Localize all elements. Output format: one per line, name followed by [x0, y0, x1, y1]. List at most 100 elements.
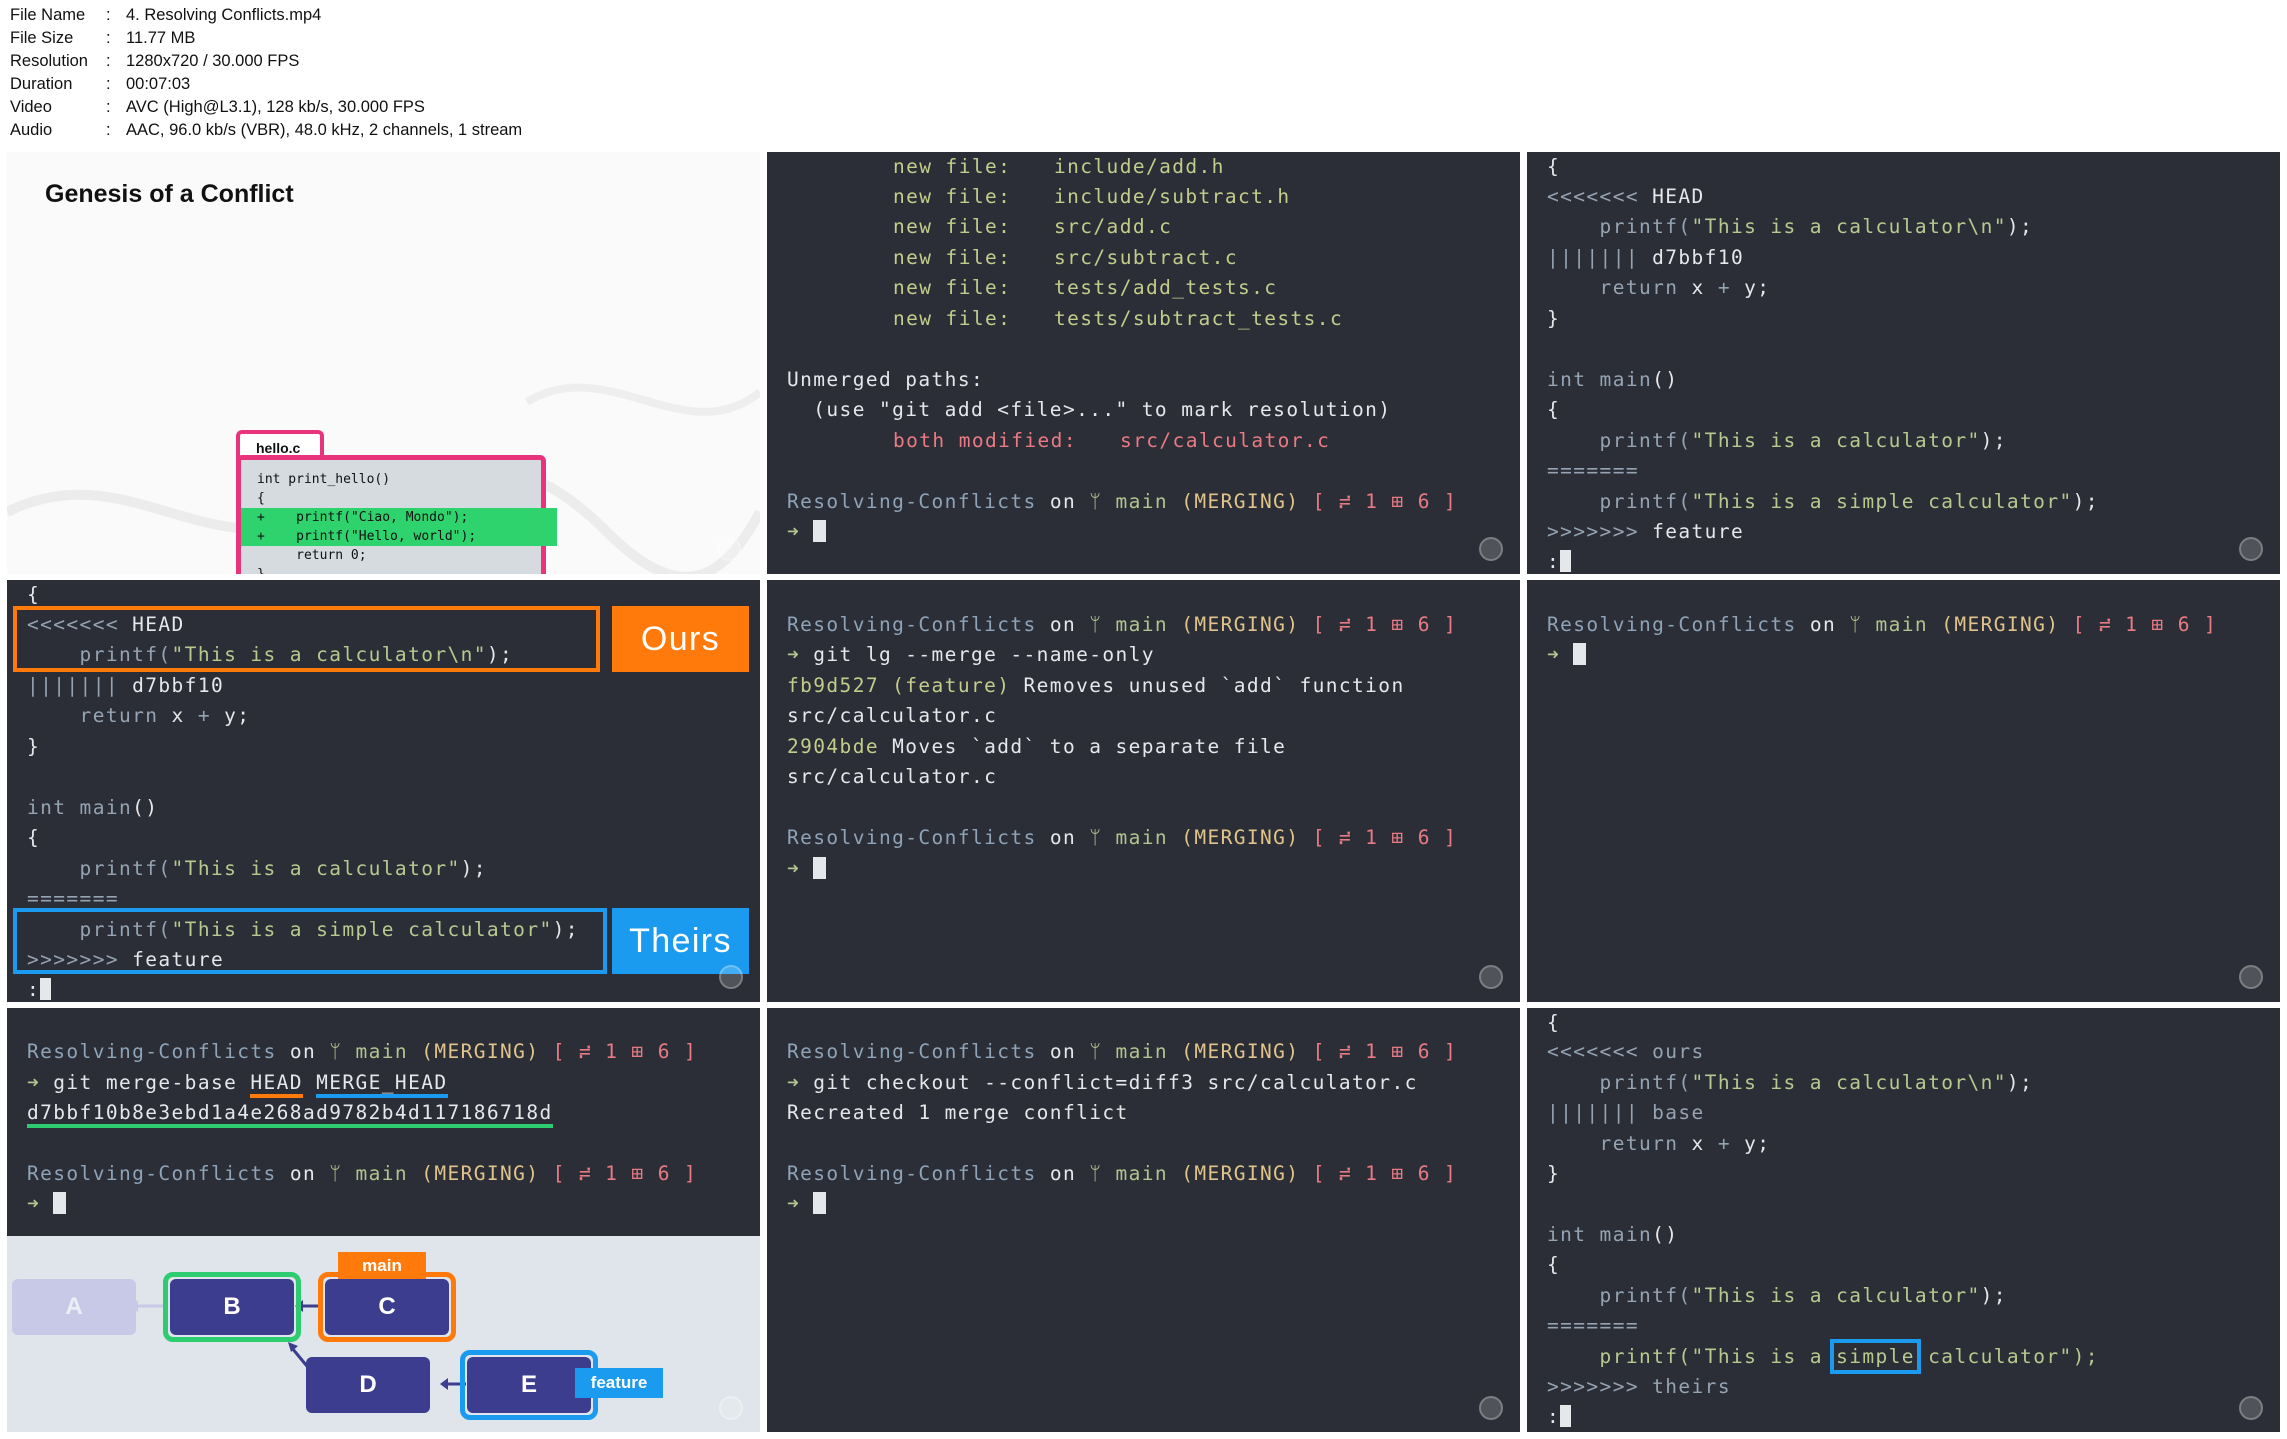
thumbnail-empty-prompt[interactable]: Resolving-Conflicts on ᛘ main (MERGING) …	[1527, 580, 2280, 1002]
cursor	[813, 857, 827, 879]
thumbnail-conflict-file[interactable]: { <<<<<<< HEAD printf("This is a calcula…	[1527, 152, 2280, 574]
new-file-label: new file:	[893, 185, 1012, 208]
play-icon[interactable]	[1479, 537, 1503, 561]
new-file-path: include/add.h	[1054, 155, 1225, 178]
thumbnail-slide-genesis[interactable]: Genesis of a Conflict hello.c int print_…	[7, 152, 760, 574]
log-entry: fb9d527 (feature) Removes unused `add` f…	[787, 674, 1405, 697]
commit-node-e: E	[467, 1357, 591, 1413]
code-line: }	[27, 735, 41, 758]
info-value: 11.77 MB	[126, 29, 196, 47]
play-icon[interactable]	[1479, 1396, 1503, 1420]
code-line-added: + printf("Ciao, Mondo");	[241, 508, 557, 527]
log-entry: 2904bde Moves `add` to a separate file	[787, 735, 1287, 758]
code-line: int main()	[1547, 368, 1679, 391]
branch-icon: ᛘ	[1089, 613, 1103, 636]
branch-icon: ᛘ	[1089, 490, 1103, 513]
file-info: File Name:4. Resolving Conflicts.mp4 Fil…	[10, 4, 522, 142]
input-line[interactable]: ➜	[787, 517, 827, 547]
play-icon[interactable]	[717, 537, 741, 561]
pager-prompt[interactable]: :	[1547, 1402, 1572, 1432]
slide-title: Genesis of a Conflict	[45, 180, 294, 208]
arrow-icon: ➜	[787, 520, 801, 543]
cursor	[1573, 643, 1587, 665]
commit-node-c: C	[325, 1279, 449, 1335]
branch-icon: ᛘ	[1849, 613, 1863, 636]
arrow-icon: ➜	[787, 1071, 801, 1094]
code-line: >>>>>>> theirs	[1547, 1375, 1731, 1398]
code-line: =======	[1547, 459, 1639, 482]
code-line: ||||||| base	[1547, 1101, 1705, 1124]
thumbnail-checkout-conflict[interactable]: Resolving-Conflicts on ᛘ main (MERGING) …	[767, 1008, 1520, 1432]
arrow-icon: ➜	[27, 1192, 41, 1215]
commit-node-d: D	[306, 1357, 430, 1413]
info-key: Video	[10, 98, 52, 116]
code-line: {	[1547, 398, 1561, 421]
code-line: }	[1547, 307, 1561, 330]
play-icon[interactable]	[719, 965, 743, 989]
info-value: 1280x720 / 30.000 FPS	[126, 52, 300, 70]
code-line: {	[1547, 1253, 1561, 1276]
head-ref: HEAD	[250, 1071, 303, 1098]
code-line: printf("This is a simple calculator");	[1547, 490, 2099, 513]
code-line: {	[27, 826, 41, 849]
new-file-path: tests/add_tests.c	[1054, 276, 1278, 299]
play-icon[interactable]	[1479, 965, 1503, 989]
log-file: src/calculator.c	[787, 765, 998, 788]
cursor	[813, 520, 827, 542]
code-line: return x + y;	[1547, 1132, 1771, 1155]
code-line: printf("This is a calculator\n");	[1547, 1071, 2034, 1094]
thumbnail-git-lg[interactable]: Resolving-Conflicts on ᛘ main (MERGING) …	[767, 580, 1520, 1002]
input-line[interactable]: ➜	[27, 1189, 67, 1219]
shell-prompt: Resolving-Conflicts on ᛘ main (MERGING) …	[787, 826, 1458, 849]
new-file-path: src/subtract.c	[1054, 246, 1238, 269]
new-file-label: new file:	[893, 276, 1012, 299]
branch-icon: ᛘ	[329, 1040, 343, 1063]
commit-graph: A B main C D E feature	[7, 1236, 760, 1432]
shell-prompt: Resolving-Conflicts on ᛘ main (MERGING) …	[787, 1040, 1458, 1063]
code-line: }	[241, 565, 265, 574]
new-file-path: include/subtract.h	[1054, 185, 1291, 208]
code-line: <<<<<<< ours	[1547, 1040, 1705, 1063]
shell-prompt: Resolving-Conflicts on ᛘ main (MERGING) …	[787, 613, 1458, 636]
input-line[interactable]: ➜	[1547, 640, 1587, 670]
info-value: AVC (High@L3.1), 128 kb/s, 30.000 FPS	[126, 98, 425, 116]
commit-node-b: B	[170, 1279, 294, 1335]
thumbnail-git-status[interactable]: new file: include/add.h new file: includ…	[767, 152, 1520, 574]
code-line: =======	[1547, 1314, 1639, 1337]
thumbnail-merge-base[interactable]: Resolving-Conflicts on ᛘ main (MERGING) …	[7, 1008, 760, 1432]
code-line: return 0;	[257, 548, 367, 563]
info-value: AAC, 96.0 kb/s (VBR), 48.0 kHz, 2 channe…	[126, 121, 523, 139]
play-icon[interactable]	[2239, 1396, 2263, 1420]
new-file-label: new file:	[893, 246, 1012, 269]
info-row: Video: AVC (High@L3.1), 128 kb/s, 30.000 …	[10, 96, 522, 119]
shell-prompt: Resolving-Conflicts on ᛘ main (MERGING) …	[27, 1040, 698, 1063]
code-line: <<<<<<< HEAD	[1547, 185, 1705, 208]
info-key: Resolution	[10, 52, 88, 70]
input-line[interactable]: ➜	[787, 1189, 827, 1219]
info-key: File Name	[10, 6, 86, 24]
merge-head-ref: MERGE_HEAD	[316, 1071, 448, 1098]
pager-prompt[interactable]: :	[27, 975, 52, 1002]
cursor	[813, 1192, 827, 1214]
branch-icon: ᛘ	[1089, 1162, 1103, 1185]
arrow-icon: ➜	[787, 857, 801, 880]
code-line: int main()	[1547, 1223, 1679, 1246]
code-line: printf("This is a simple calculator");	[1547, 1339, 2099, 1374]
thumbnail-ours-base-theirs[interactable]: { <<<<<<< ours printf("This is a calcula…	[1527, 1008, 2280, 1432]
code-line: ||||||| d7bbf10	[1547, 246, 1745, 269]
play-icon[interactable]	[2239, 965, 2263, 989]
info-row: Duration:00:07:03	[10, 73, 522, 96]
input-line[interactable]: ➜	[787, 854, 827, 884]
commit-node-a: A	[12, 1279, 136, 1335]
thumbnail-ours-theirs[interactable]: { <<<<<<< HEAD printf("This is a calcula…	[7, 580, 760, 1002]
branch-icon: ᛘ	[329, 1162, 343, 1185]
new-file-label: new file:	[893, 215, 1012, 238]
play-icon[interactable]	[2239, 537, 2263, 561]
shell-prompt: Resolving-Conflicts on ᛘ main (MERGING) …	[1547, 613, 2218, 636]
info-row: File Name:4. Resolving Conflicts.mp4	[10, 4, 522, 27]
play-icon[interactable]	[719, 1396, 743, 1420]
arrow-icon: ➜	[1547, 643, 1561, 666]
pager-prompt[interactable]: :	[1547, 547, 1572, 574]
ours-label: Ours	[612, 606, 749, 672]
code-line: {	[257, 491, 265, 506]
